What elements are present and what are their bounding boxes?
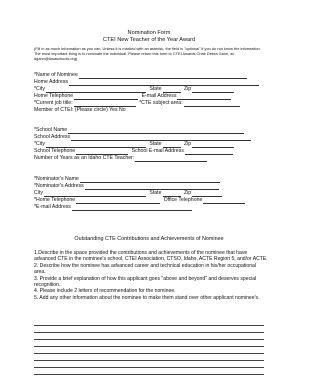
answer-line[interactable] — [34, 339, 264, 340]
school-city-row: *City State Zip — [34, 141, 236, 148]
nominator-home-phone-label: *Home Telephone — [34, 197, 76, 203]
nominator-city-row: City State Zip — [34, 190, 224, 197]
nominator-address-label: *Nominator's Address — [34, 183, 84, 189]
member-of-ctei-text: Member of CTEI: (Please circle) Yes No — [34, 107, 126, 113]
school-name-row: *School Name — [34, 127, 246, 134]
home-address-row: Home Address — [34, 79, 261, 86]
nominee-city-row: *City State Zip — [34, 86, 236, 93]
nominator-phone-row: *Home Telephone Office Telephone — [34, 197, 247, 204]
answer-line[interactable] — [34, 367, 264, 368]
instruction-item: 1.Describe in the space provided the con… — [34, 250, 268, 263]
nominator-city-label: City — [34, 190, 43, 196]
school-city-label: *City — [34, 141, 45, 147]
outstanding-section-title: Outstanding CTE Contributions and Achiev… — [74, 236, 224, 242]
form-title: Nomination Form — [127, 30, 171, 36]
school-zip-label: Zip — [183, 141, 192, 147]
nominator-name-row: *Nominator's Name — [34, 176, 222, 183]
answer-line[interactable] — [34, 325, 264, 326]
nominator-email-label: *E-mail Address — [34, 204, 71, 210]
years-teaching-label: Number of Years as an Idaho CTE Teacher: — [34, 155, 135, 161]
instructions-note: (Fill in as much information as you can.… — [34, 46, 261, 61]
years-teaching-field[interactable] — [135, 156, 208, 162]
nominee-city-label: *City — [34, 86, 45, 92]
school-email-label: School E-mail Address — [131, 148, 184, 154]
nominee-name-label: *Name of Nominee — [34, 72, 78, 78]
answer-line[interactable] — [34, 332, 264, 333]
instruction-item: 5. Add any other information about the n… — [34, 294, 260, 301]
nominator-office-phone-label: Office Telephone — [163, 197, 203, 203]
subject-area-field[interactable] — [183, 101, 240, 107]
nominator-state-label: State — [149, 190, 162, 196]
nominee-name-row: *Name of Nominee — [34, 72, 249, 79]
home-address-label: Home Address — [34, 79, 69, 85]
answer-line[interactable] — [34, 353, 264, 354]
school-phone-label: School Telephone — [34, 148, 76, 154]
nominator-zip-label: Zip — [183, 190, 192, 196]
subject-area-label: *CTE subject area: — [139, 100, 183, 106]
nominee-state-label: State — [149, 86, 162, 92]
form-subtitle: CTEI New Teacher of the Year Award — [102, 37, 196, 43]
home-phone-row: Home Telephone E-mail Address — [34, 93, 233, 100]
school-name-label: *School Name — [34, 127, 68, 133]
job-title-row: *Current job title: *CTE subject area: — [34, 100, 242, 107]
nominator-name-label: *Nominator's Name — [34, 176, 79, 182]
school-address-label: School Address — [34, 134, 71, 140]
school-state-label: State — [149, 141, 162, 147]
nominator-email-row: *E-mail Address — [34, 204, 194, 211]
instruction-item: 3. Provide a brief explanation of how th… — [34, 275, 257, 289]
home-phone-label: Home Telephone — [34, 93, 74, 99]
answer-line[interactable] — [34, 374, 264, 375]
job-title-label: *Current job title: — [34, 100, 73, 106]
instructions-list: 1.Describe in the space provided the con… — [34, 250, 268, 301]
answer-line[interactable] — [34, 346, 264, 347]
years-row: Number of Years as an Idaho CTE Teacher: — [34, 155, 209, 162]
nominee-zip-label: Zip — [183, 86, 192, 92]
school-phone-row: School Telephone School E-mail Address — [34, 148, 235, 155]
nominator-office-phone-field[interactable] — [203, 198, 246, 204]
nomination-form-page: Nomination Form CTEI New Teacher of the … — [0, 0, 298, 386]
instruction-item: 2. Describe how the nominee has advanced… — [34, 262, 257, 276]
school-address-row: School Address — [34, 134, 253, 141]
member-row: Member of CTEI: (Please circle) Yes No — [34, 107, 126, 114]
nominator-address-row: *Nominator's Address — [34, 183, 221, 190]
nominee-email-label: E-mail Address — [141, 93, 177, 99]
answer-line[interactable] — [34, 360, 264, 361]
nominator-email-field[interactable] — [71, 205, 192, 211]
